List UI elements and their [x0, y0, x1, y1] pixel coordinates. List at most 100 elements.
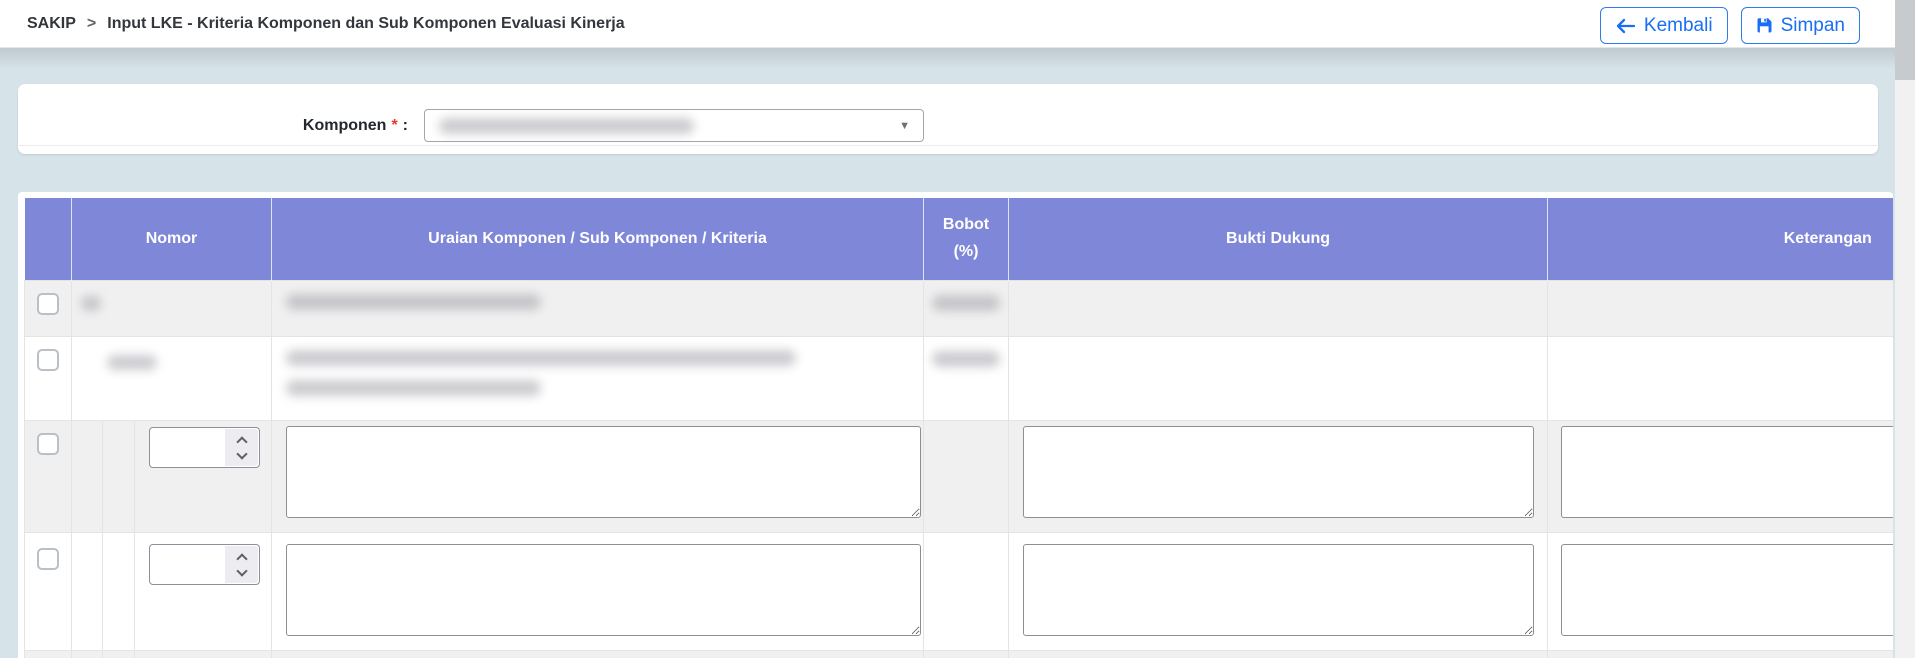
header-bobot: Bobot (%)	[923, 198, 1010, 280]
table-header-row: Nomor Uraian Komponen / Sub Komponen / K…	[24, 198, 1893, 280]
row-checkbox[interactable]	[37, 432, 59, 455]
keterangan-cell	[1547, 419, 1893, 533]
save-button[interactable]: Simpan	[1740, 7, 1860, 44]
keterangan-cell	[1547, 649, 1893, 658]
lke-table-panel: Nomor Uraian Komponen / Sub Komponen / K…	[18, 192, 1893, 658]
keterangan-cell	[1547, 279, 1893, 337]
table-row-kriteria	[24, 531, 1893, 651]
header-bobot-line2: (%)	[953, 242, 979, 260]
keterangan-textarea[interactable]	[1561, 425, 1893, 518]
nomor-number-input[interactable]	[149, 543, 260, 585]
number-spin-buttons[interactable]	[225, 428, 258, 466]
bobot-cell	[923, 279, 1010, 337]
komponen-label: Komponen * :	[178, 109, 408, 142]
bukti-cell	[1008, 279, 1549, 337]
komponen-select[interactable]: ▼	[424, 109, 924, 142]
spin-up-icon[interactable]	[235, 553, 248, 565]
spin-down-icon[interactable]	[235, 448, 248, 460]
nomor-input-cell	[133, 649, 273, 658]
redacted-uraian-line2	[286, 379, 542, 396]
bukti-cell	[1008, 649, 1549, 658]
bukti-dukung-textarea[interactable]	[1023, 543, 1535, 636]
indent-cell	[71, 419, 103, 533]
komponen-label-text: Komponen	[302, 116, 387, 134]
redacted-nomor	[81, 295, 101, 311]
uraian-cell	[271, 419, 925, 533]
indent-cell	[71, 531, 103, 651]
table-row-komponen	[24, 279, 1893, 337]
page-title: Input LKE - Kriteria Komponen dan Sub Ko…	[107, 15, 625, 32]
vertical-scrollbar[interactable]	[1895, 0, 1915, 658]
screen: SAKIP > Input LKE - Kriteria Komponen da…	[0, 0, 1915, 658]
header-bukti-dukung: Bukti Dukung	[1008, 198, 1549, 280]
uraian-textarea[interactable]	[286, 543, 922, 636]
bukti-cell	[1008, 419, 1549, 533]
save-button-label: Simpan	[1780, 14, 1845, 36]
row-checkbox-cell	[24, 279, 72, 337]
nomor-number-value	[150, 545, 224, 584]
row-checkbox-cell	[24, 649, 72, 658]
table-row-partial	[24, 649, 1893, 658]
uraian-cell	[271, 649, 925, 658]
row-checkbox-cell	[24, 419, 72, 533]
bobot-cell	[923, 335, 1010, 421]
komponen-selected-value-redacted	[439, 118, 694, 134]
bukti-cell	[1008, 531, 1549, 651]
uraian-textarea[interactable]	[286, 425, 922, 518]
indent-cell	[102, 419, 135, 533]
breadcrumb: SAKIP > Input LKE - Kriteria Komponen da…	[27, 0, 625, 48]
bobot-cell	[923, 419, 1010, 533]
redacted-uraian-line1	[286, 349, 797, 366]
breadcrumb-separator: >	[86, 15, 97, 32]
indent-cell	[71, 649, 103, 658]
nomor-number-value	[150, 428, 224, 467]
komponen-label-colon: :	[402, 116, 408, 134]
header-checkbox-column	[24, 198, 72, 280]
indent-cell	[102, 649, 135, 658]
bobot-cell	[923, 649, 1010, 658]
indent-cell	[102, 531, 135, 651]
required-asterisk: *	[391, 116, 398, 134]
redacted-bobot	[932, 350, 1001, 367]
header-uraian: Uraian Komponen / Sub Komponen / Kriteri…	[271, 198, 925, 280]
uraian-cell	[271, 335, 925, 421]
arrow-left-icon	[1615, 18, 1636, 34]
komponen-form-panel: Komponen * : ▼	[18, 84, 1878, 154]
redacted-bobot	[932, 294, 1001, 311]
row-checkbox[interactable]	[37, 292, 59, 315]
header-nomor: Nomor	[71, 198, 273, 280]
scrollbar-thumb[interactable]	[1895, 0, 1915, 80]
keterangan-textarea[interactable]	[1561, 543, 1893, 636]
spin-down-icon[interactable]	[235, 565, 248, 577]
uraian-cell	[271, 279, 925, 337]
nomor-input-cell	[133, 531, 273, 651]
nomor-input-cell	[133, 419, 273, 533]
breadcrumb-root[interactable]: SAKIP	[27, 15, 76, 33]
nomor-cell	[70, 335, 273, 421]
nomor-number-input[interactable]	[149, 426, 260, 468]
redacted-uraian	[286, 293, 542, 310]
table-row-sub-komponen	[24, 335, 1893, 421]
bukti-dukung-textarea[interactable]	[1023, 425, 1535, 518]
keterangan-cell	[1547, 531, 1893, 651]
row-checkbox-cell	[24, 335, 72, 421]
save-icon	[1756, 17, 1773, 34]
nomor-cell	[70, 279, 273, 337]
top-bar: SAKIP > Input LKE - Kriteria Komponen da…	[0, 0, 1915, 48]
bukti-cell	[1008, 335, 1549, 421]
page-background: Komponen * : ▼ Nomor Uraian Komponen / S…	[0, 48, 1895, 658]
lke-table: Nomor Uraian Komponen / Sub Komponen / K…	[24, 198, 1893, 658]
toolbar: Kembali Simpan	[1599, 7, 1860, 44]
table-row-kriteria	[24, 419, 1893, 533]
keterangan-cell	[1547, 335, 1893, 421]
spin-up-icon[interactable]	[235, 436, 248, 448]
header-bobot-line1: Bobot	[942, 216, 990, 234]
redacted-nomor	[107, 354, 157, 370]
row-checkbox[interactable]	[37, 348, 59, 371]
uraian-cell	[271, 531, 925, 651]
number-spin-buttons[interactable]	[225, 545, 258, 583]
bobot-cell	[923, 531, 1010, 651]
back-button[interactable]: Kembali	[1599, 7, 1728, 44]
row-checkbox[interactable]	[37, 547, 59, 570]
row-checkbox-cell	[24, 531, 72, 651]
